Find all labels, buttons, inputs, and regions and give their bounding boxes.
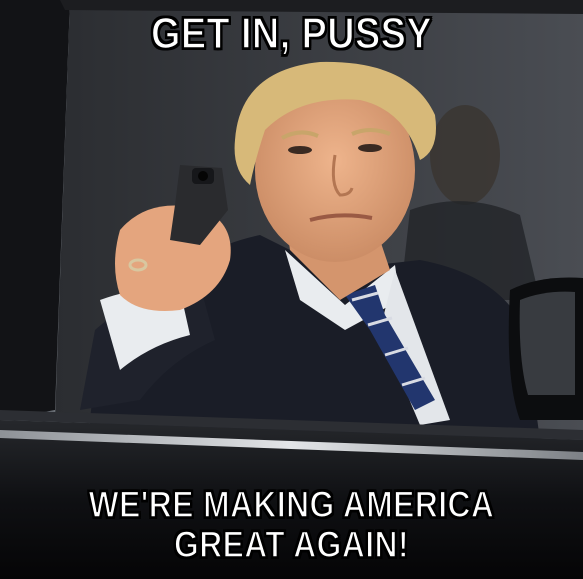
side-mirror-glass [519, 291, 575, 395]
gun-barrel [198, 171, 208, 181]
top-caption: GET IN, PUSSY [150, 9, 433, 58]
passenger-silhouette [430, 105, 500, 205]
bottom-caption: WE'RE MAKING AMERICA GREAT AGAIN! [88, 484, 495, 565]
left-eye [288, 146, 312, 154]
meme-image: GET IN, PUSSY WE'RE MAKING AMERICA GREAT… [0, 0, 583, 579]
right-eye [358, 144, 382, 152]
